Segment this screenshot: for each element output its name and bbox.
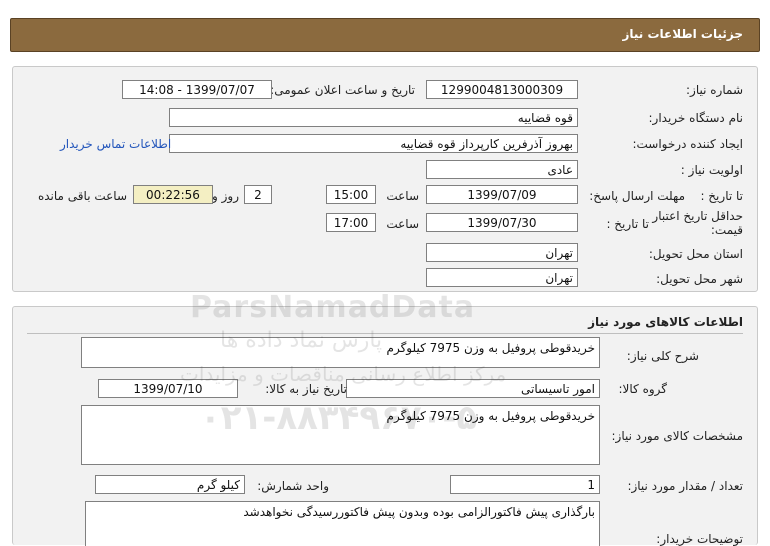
buyer-notes-field: بارگذاری پیش فاکتورالزامی بوده وبدون پیش…: [85, 501, 600, 546]
price-validity-time: 17:00: [326, 213, 376, 232]
unit-field: کیلو گرم: [95, 475, 245, 494]
response-deadline-label: مهلت ارسال پاسخ:: [589, 189, 685, 203]
delivery-city-field: تهران: [426, 268, 578, 287]
response-deadline-time-label: ساعت: [386, 189, 419, 203]
remaining-days-label: روز و: [212, 189, 239, 203]
price-validity-label: حداقل تاریخ اعتبار قیمت:: [652, 209, 743, 237]
buyer-org-field: قوه قضاییه: [169, 108, 578, 127]
need-date-label: تاریخ نیاز به کالا:: [265, 382, 347, 396]
goods-group-field: امور تاسیساتی: [346, 379, 600, 398]
priority-label: اولویت نیاز :: [680, 163, 743, 177]
page-title: جزئیات اطلاعات نیاز: [622, 27, 743, 41]
general-description-label: شرح کلی نیاز:: [626, 349, 699, 363]
goods-spec-label: مشخصات کالای مورد نیاز:: [611, 429, 743, 443]
quantity-label: تعداد / مقدار مورد نیاز:: [627, 479, 743, 493]
response-deadline-to-date-label: تا تاریخ :: [700, 189, 743, 203]
quantity-field: 1: [450, 475, 600, 494]
general-description-field: خریدقوطی پروفیل به وزن 7975 کیلوگرم: [81, 337, 600, 368]
goods-group-label: گروه کالا:: [618, 382, 668, 396]
request-creator-label: ایجاد کننده درخواست:: [632, 137, 743, 151]
price-validity-time-label: ساعت: [386, 217, 419, 231]
remaining-days-field: 2: [244, 185, 272, 204]
need-info-panel: شماره نیاز: 1299004813000309 تاریخ و ساع…: [12, 66, 758, 292]
need-number-label: شماره نیاز:: [686, 83, 743, 97]
priority-field: عادی: [426, 160, 578, 179]
response-deadline-date: 1399/07/09: [426, 185, 578, 204]
buyer-contact-link[interactable]: اطلاعات تماس خریدار: [60, 137, 171, 151]
response-deadline-time: 15:00: [326, 185, 376, 204]
request-creator-field: بهروز آذرفرین کارپرداز قوه قضاییه: [169, 134, 578, 153]
need-number-field: 1299004813000309: [426, 80, 578, 99]
goods-info-panel: اطلاعات کالاهای مورد نیاز شرح کلی نیاز: …: [12, 306, 758, 546]
buyer-notes-label: توضیحات خریدار:: [656, 532, 743, 546]
delivery-province-field: تهران: [426, 243, 578, 262]
price-validity-date: 1399/07/30: [426, 213, 578, 232]
delivery-province-label: استان محل تحویل:: [648, 247, 743, 261]
need-date-field: 1399/07/10: [98, 379, 238, 398]
buyer-org-label: نام دستگاه خریدار:: [648, 111, 744, 125]
remaining-time-field: 00:22:56: [133, 185, 213, 204]
remaining-time-label: ساعت باقی مانده: [37, 189, 127, 203]
announce-datetime-label: تاریخ و ساعت اعلان عمومی:: [270, 83, 415, 97]
section-divider: [27, 333, 743, 334]
unit-label: واحد شمارش:: [257, 479, 329, 493]
goods-section-title: اطلاعات کالاهای مورد نیاز: [588, 315, 743, 329]
goods-spec-field: خریدقوطی پروفیل به وزن 7975 کیلوگرم: [81, 405, 600, 465]
delivery-city-label: شهر محل تحویل:: [656, 272, 743, 286]
announce-datetime-field: 1399/07/07 - 14:08: [122, 80, 272, 99]
page-header: جزئیات اطلاعات نیاز: [10, 18, 760, 52]
price-validity-to-date-label: تا تاریخ :: [606, 217, 649, 231]
